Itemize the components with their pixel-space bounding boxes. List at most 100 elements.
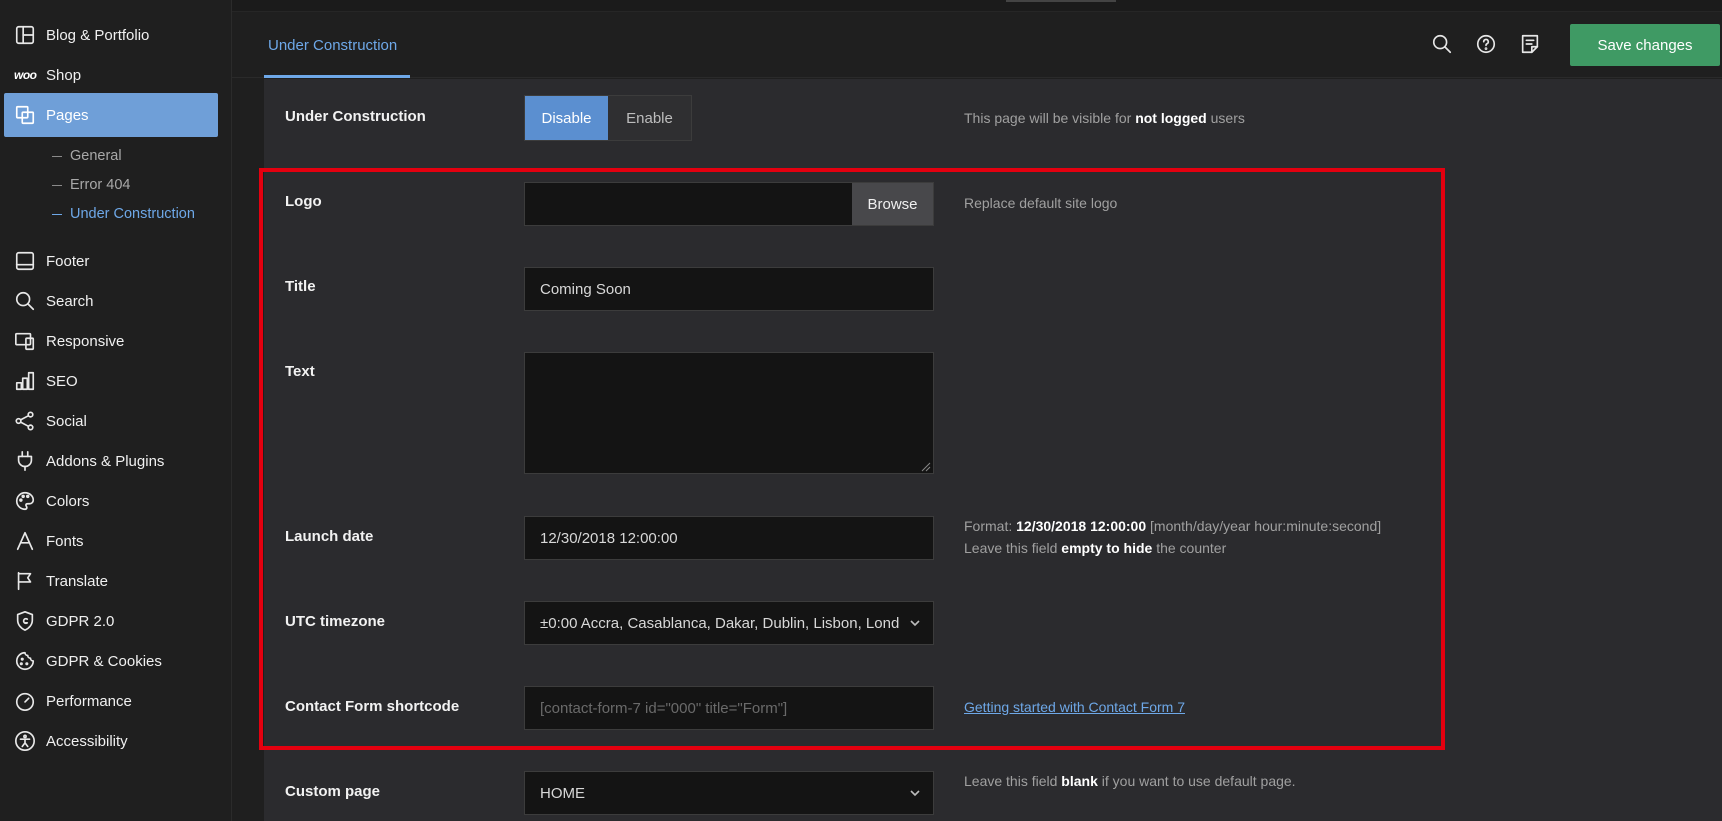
sidebar-item-addons-plugins[interactable]: Addons & Plugins [4, 439, 218, 483]
title-label: Title [285, 278, 316, 295]
woo-icon: woo [14, 68, 37, 82]
enable-option[interactable]: Enable [608, 96, 691, 140]
sidebar-item-label: Social [46, 412, 87, 430]
flag-icon [14, 569, 46, 593]
sidebar-item-label: Addons & Plugins [46, 452, 165, 470]
sidebar-item-footer[interactable]: Footer [4, 239, 218, 283]
launch-date-empty-help: Leave this field empty to hide the count… [964, 540, 1227, 556]
launch-date-help: Format: 12/30/2018 12:00:00 [month/day/y… [964, 515, 1381, 559]
sidebar-item-performance[interactable]: Performance [4, 679, 218, 723]
contact-form-shortcode-input[interactable]: [contact-form-7 id="000" title="Form"] [524, 686, 934, 730]
footer-icon [14, 249, 46, 273]
sidebar-subitem-under-construction[interactable]: Under Construction [52, 206, 195, 222]
help-icon[interactable] [1475, 33, 1499, 57]
palette-icon [14, 489, 46, 513]
sidebar-item-shop[interactable]: woo Shop [4, 53, 218, 97]
under-construction-toggle: Disable Enable [524, 95, 692, 141]
sidebar-item-pages[interactable]: Pages [4, 93, 218, 137]
resize-handle-icon[interactable] [919, 459, 931, 472]
sidebar: Blog & Portfolio woo Shop Pages General … [0, 0, 232, 821]
browse-button[interactable]: Browse [852, 183, 933, 225]
bar-chart-icon [14, 369, 46, 393]
sidebar-subitem-label: Error 404 [70, 177, 131, 193]
sidebar-item-label: Colors [46, 492, 90, 510]
settings-panel: Under Construction Disable Enable This p… [264, 79, 1722, 821]
sidebar-item-translate[interactable]: Translate [4, 559, 218, 603]
sidebar-item-search[interactable]: Search [4, 279, 218, 323]
font-icon [14, 529, 46, 553]
sidebar-item-label: Responsive [46, 332, 125, 350]
custom-page-value: HOME [540, 784, 585, 802]
launch-date-label: Launch date [285, 528, 374, 545]
tab-under-construction[interactable]: Under Construction [264, 12, 401, 78]
sidebar-item-label: Blog & Portfolio [46, 26, 150, 44]
launch-date-format-help: Format: 12/30/2018 12:00:00 [month/day/y… [964, 518, 1382, 534]
utc-timezone-value: ±0:00 Accra, Casablanca, Dakar, Dublin, … [540, 614, 900, 632]
dash-icon [52, 155, 62, 157]
save-changes-button[interactable]: Save changes [1570, 24, 1720, 66]
sidebar-item-label: Pages [46, 106, 89, 124]
custom-page-help: Leave this field blank if you want to us… [964, 773, 1296, 789]
utc-timezone-select[interactable]: ±0:00 Accra, Casablanca, Dakar, Dublin, … [524, 601, 934, 645]
search-icon[interactable] [1431, 33, 1455, 57]
custom-page-label: Custom page [285, 783, 381, 800]
sidebar-item-label: Performance [46, 692, 132, 710]
app-window: Blog & Portfolio woo Shop Pages General … [0, 0, 1722, 821]
header: Under Construction Save changes [232, 12, 1722, 78]
sidebar-item-blog-portfolio[interactable]: Blog & Portfolio [4, 13, 218, 57]
sidebar-item-label: Accessibility [46, 732, 128, 750]
window-top-strip [232, 0, 1722, 12]
sidebar-item-label: SEO [46, 372, 78, 390]
sidebar-item-responsive[interactable]: Responsive [4, 319, 218, 363]
chevron-down-icon [909, 786, 921, 798]
gauge-icon [14, 689, 46, 713]
cookie-icon [14, 649, 46, 673]
logo-help: Replace default site logo [964, 195, 1118, 211]
utc-timezone-label: UTC timezone [285, 613, 386, 630]
contact-form-label: Contact Form shortcode [285, 698, 460, 715]
launch-date-field[interactable]: 12/30/2018 12:00:00 [524, 516, 934, 560]
sidebar-item-seo[interactable]: SEO [4, 359, 218, 403]
dash-icon [52, 184, 62, 186]
under-construction-help: This page will be visible for not logged… [964, 110, 1245, 126]
sidebar-item-label: Search [46, 292, 94, 310]
shield-icon [14, 609, 46, 633]
disable-option[interactable]: Disable [525, 96, 608, 140]
sidebar-subitem-general[interactable]: General [52, 148, 122, 164]
sidebar-item-colors[interactable]: Colors [4, 479, 218, 523]
logo-label: Logo [285, 193, 322, 210]
contact-form-help: Getting started with Contact Form 7 [964, 696, 1185, 718]
sidebar-item-label: GDPR & Cookies [46, 652, 162, 670]
sidebar-item-gdpr-cookies[interactable]: GDPR & Cookies [4, 639, 218, 683]
custom-page-select[interactable]: HOME [524, 771, 934, 815]
layout-icon [14, 23, 46, 47]
pages-icon [14, 103, 46, 127]
title-field[interactable]: Coming Soon [524, 267, 934, 311]
share-icon [14, 409, 46, 433]
accessibility-icon [14, 729, 46, 753]
logo-field[interactable]: Browse [524, 182, 934, 226]
chevron-down-icon [909, 616, 921, 628]
sidebar-subitem-label: General [70, 148, 122, 164]
plug-icon [14, 449, 46, 473]
dash-icon [52, 213, 62, 215]
text-area[interactable] [524, 352, 934, 474]
top-tab-indicator [1006, 0, 1116, 2]
notes-icon[interactable] [1519, 33, 1543, 57]
sidebar-item-label: Footer [46, 252, 90, 270]
tab-active-underline [264, 75, 410, 78]
sidebar-item-accessibility[interactable]: Accessibility [4, 719, 218, 763]
sidebar-item-gdpr-2[interactable]: GDPR 2.0 [4, 599, 218, 643]
sidebar-item-label: Translate [46, 572, 108, 590]
sidebar-subitem-label: Under Construction [70, 206, 195, 222]
responsive-icon [14, 329, 46, 353]
sidebar-item-label: Shop [46, 66, 82, 84]
text-label: Text [285, 363, 315, 380]
contact-form-7-link[interactable]: Getting started with Contact Form 7 [964, 699, 1185, 715]
under-construction-label: Under Construction [285, 108, 426, 125]
sidebar-item-social[interactable]: Social [4, 399, 218, 443]
sidebar-item-fonts[interactable]: Fonts [4, 519, 218, 563]
sidebar-item-label: GDPR 2.0 [46, 612, 115, 630]
sidebar-subitem-error-404[interactable]: Error 404 [52, 177, 130, 193]
search-icon [14, 289, 46, 313]
